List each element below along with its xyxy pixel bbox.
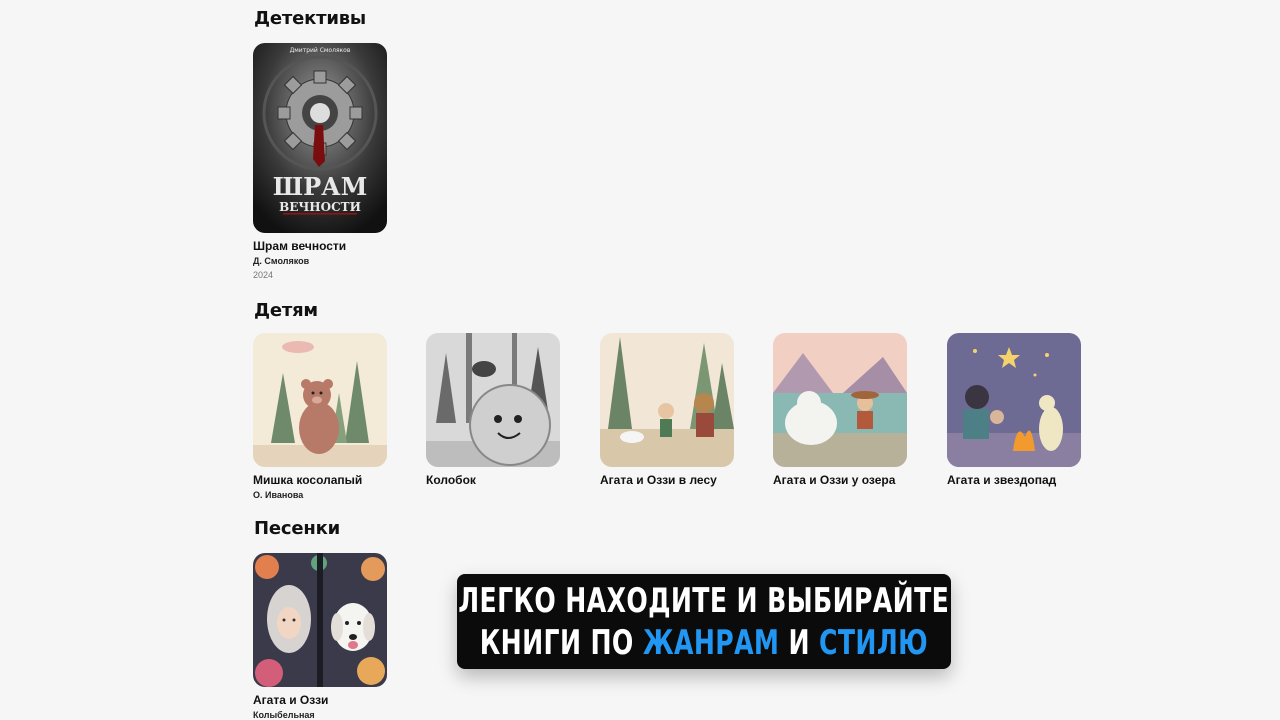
book-card-agata-ozzi-forest[interactable]: Агата и Оззи в лесу [600,333,734,487]
book-title[interactable]: Агата и звездопад [947,473,1081,487]
section-title-songs: Песенки [254,518,341,539]
book-cover-agata-zvezdopad[interactable] [947,333,1081,467]
promo-accent-genres: ЖАНРАМ [642,622,780,663]
book-author: Колыбельная [253,710,315,720]
book-card-agata-zvezdopad[interactable]: Агата и звездопад [947,333,1081,487]
promo-banner-line2: КНИГИ ПО ЖАНРАМ И СТИЛЮ [480,622,928,664]
section-title-detectives: Детективы [254,8,367,29]
book-card-mishka[interactable]: Мишка косолапый О. Иванова [253,333,387,500]
book-cover-mishka[interactable] [253,333,387,467]
cover-title-line2: ВЕЧНОСТИ [279,200,361,214]
cover-author-text: Дмитрий Смоляков [290,47,351,54]
promo-text-part1: КНИГИ ПО [479,622,634,663]
book-author: Д. Смоляков [253,256,310,266]
book-title[interactable]: Агата и Оззи в лесу [600,473,734,487]
book-cover-kolobok[interactable] [426,333,560,467]
section-title-kids: Детям [254,300,318,321]
book-author: О. Иванова [253,490,304,500]
promo-accent-style: СТИЛЮ [819,622,929,663]
book-cover-agata-ozzi-lake[interactable] [773,333,907,467]
book-cover-agata-ozzi-forest[interactable] [600,333,734,467]
book-card-agata-ozzi-lake[interactable]: Агата и Оззи у озера [773,333,907,487]
book-cover-shram-vechnosti[interactable]: Дмитрий Смоляков ШРАМ ВЕЧНОСТИ [253,43,387,233]
book-title[interactable]: Агата и Оззи у озера [773,473,907,487]
promo-text-part2: И [788,622,811,663]
book-title[interactable]: Агата и Оззи [253,693,387,707]
book-title[interactable]: Колобок [426,473,560,487]
promo-banner-line1: ЛЕГКО НАХОДИТЕ И ВЫБИРАЙТЕ [458,580,950,621]
book-cover-agata-ozzi-song[interactable] [253,553,387,687]
book-title[interactable]: Шрам вечности [253,239,387,253]
book-title[interactable]: Мишка косолапый [253,473,387,487]
cover-title-line1: ШРАМ [273,172,368,201]
promo-banner: ЛЕГКО НАХОДИТЕ И ВЫБИРАЙТЕ КНИГИ ПО ЖАНР… [457,574,951,669]
book-year: 2024 [253,270,274,280]
book-card-kolobok[interactable]: Колобок [426,333,560,487]
book-card-agata-ozzi-song[interactable]: Агата и Оззи Колыбельная [253,553,387,720]
book-card-shram-vechnosti[interactable]: Дмитрий Смоляков ШРАМ ВЕЧНОСТИ Шрам вечн… [253,43,387,280]
